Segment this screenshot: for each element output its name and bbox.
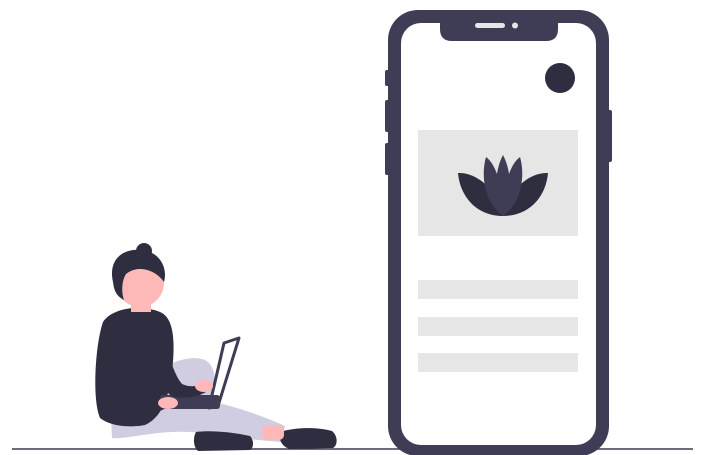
illustration-svg bbox=[12, 10, 693, 455]
person-hand-left bbox=[158, 397, 178, 409]
person-hair-bun bbox=[136, 243, 152, 259]
content-line bbox=[418, 317, 578, 336]
avatar-dot-icon bbox=[545, 63, 575, 93]
phone-camera-icon bbox=[512, 22, 518, 29]
content-line bbox=[418, 280, 578, 299]
person-hand-right bbox=[195, 380, 213, 392]
person-with-laptop bbox=[95, 243, 337, 451]
content-line bbox=[418, 353, 578, 372]
phone-speaker-icon bbox=[475, 23, 505, 28]
shoe-right bbox=[279, 428, 337, 449]
person-ankle bbox=[262, 425, 284, 440]
smartphone bbox=[385, 10, 612, 455]
illustration-scene bbox=[0, 0, 702, 455]
